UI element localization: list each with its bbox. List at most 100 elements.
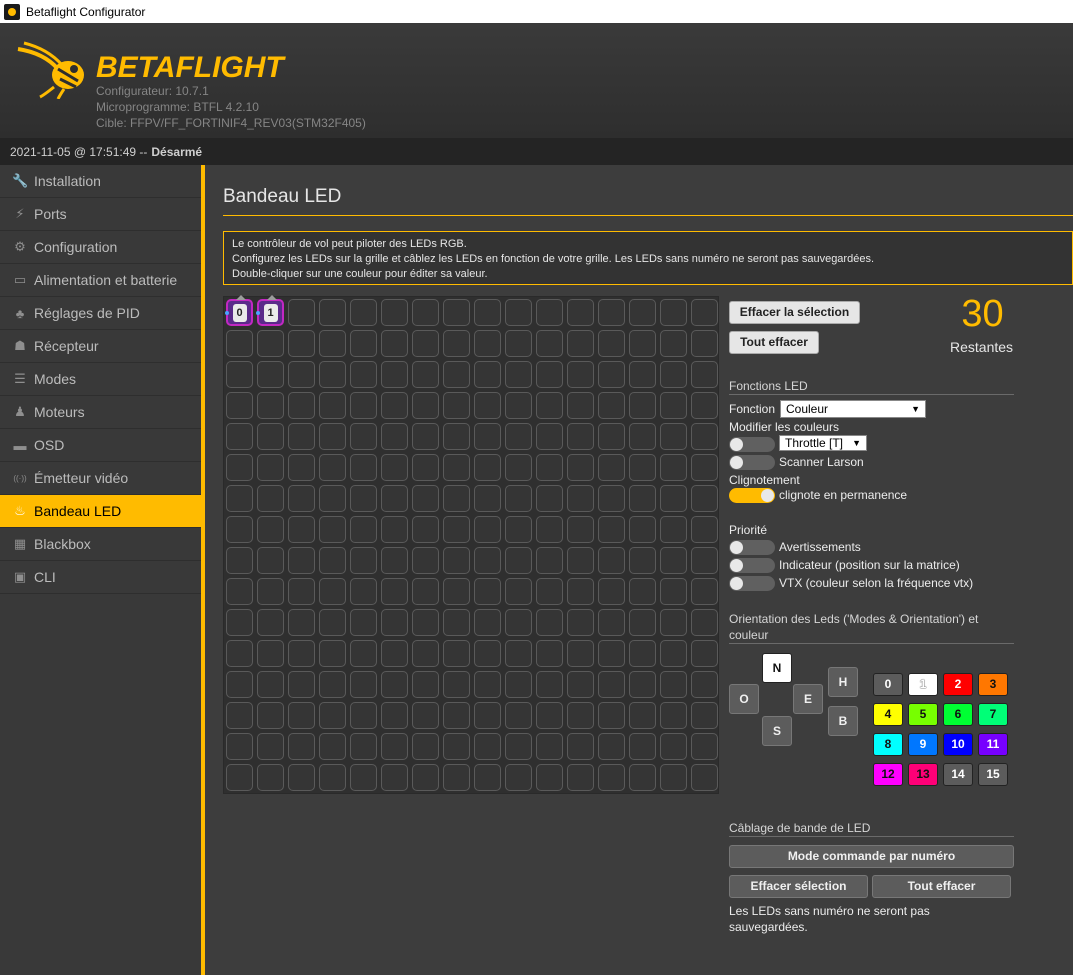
led-cell[interactable] (536, 764, 563, 791)
led-cell[interactable] (381, 640, 408, 667)
led-cell[interactable] (505, 702, 532, 729)
led-cell[interactable] (474, 609, 501, 636)
led-cell[interactable] (598, 330, 625, 357)
led-cell[interactable] (381, 547, 408, 574)
led-cell[interactable] (536, 640, 563, 667)
led-cell[interactable] (536, 392, 563, 419)
led-cell[interactable] (691, 392, 718, 419)
led-cell[interactable] (598, 578, 625, 605)
led-cell[interactable] (660, 671, 687, 698)
color-swatch-12[interactable]: 12 (873, 763, 903, 786)
led-cell[interactable] (226, 640, 253, 667)
led-cell[interactable] (350, 609, 377, 636)
led-cell[interactable] (691, 764, 718, 791)
led-cell[interactable] (288, 361, 315, 388)
led-cell[interactable] (598, 392, 625, 419)
led-cell[interactable] (226, 609, 253, 636)
led-cell[interactable] (257, 733, 284, 760)
led-cell[interactable] (381, 764, 408, 791)
led-cell[interactable] (629, 578, 656, 605)
led-cell[interactable] (691, 578, 718, 605)
led-cell[interactable] (567, 764, 594, 791)
led-cell[interactable] (629, 609, 656, 636)
led-cell[interactable] (629, 423, 656, 450)
led-cell[interactable] (319, 609, 346, 636)
led-cell[interactable] (319, 361, 346, 388)
led-cell[interactable] (660, 640, 687, 667)
color-swatch-4[interactable]: 4 (873, 703, 903, 726)
led-cell[interactable] (381, 454, 408, 481)
led-cell[interactable] (474, 361, 501, 388)
led-cell[interactable] (381, 485, 408, 512)
led-cell[interactable] (443, 454, 470, 481)
led-cell[interactable] (536, 547, 563, 574)
led-cell[interactable] (319, 330, 346, 357)
color-swatch-7[interactable]: 7 (978, 703, 1008, 726)
led-cell[interactable] (319, 392, 346, 419)
led-cell[interactable] (381, 702, 408, 729)
led-cell[interactable] (536, 702, 563, 729)
wiring-clear-selection-button[interactable]: Effacer sélection (729, 875, 868, 898)
led-cell[interactable] (412, 640, 439, 667)
led-cell[interactable] (567, 609, 594, 636)
led-cell[interactable] (350, 485, 377, 512)
led-cell[interactable] (412, 764, 439, 791)
led-cell[interactable] (567, 640, 594, 667)
color-swatch-3[interactable]: 3 (978, 673, 1008, 696)
led-cell[interactable] (567, 454, 594, 481)
warnings-toggle[interactable] (729, 540, 775, 555)
led-cell[interactable] (691, 485, 718, 512)
led-cell[interactable] (381, 671, 408, 698)
led-cell[interactable] (598, 640, 625, 667)
led-cell[interactable] (443, 392, 470, 419)
led-cell[interactable] (257, 454, 284, 481)
led-cell[interactable] (505, 361, 532, 388)
led-cell[interactable] (598, 361, 625, 388)
led-cell[interactable] (443, 578, 470, 605)
led-cell[interactable] (288, 547, 315, 574)
led-cell[interactable] (257, 516, 284, 543)
led-cell[interactable] (319, 516, 346, 543)
led-cell[interactable] (226, 454, 253, 481)
led-cell[interactable] (536, 609, 563, 636)
led-cell[interactable] (691, 299, 718, 326)
sidebar-item--metteur-vid-o[interactable]: ((·)) Émetteur vidéo (0, 462, 201, 495)
led-cell[interactable] (350, 764, 377, 791)
led-cell[interactable] (257, 671, 284, 698)
led-cell[interactable] (536, 516, 563, 543)
led-cell[interactable] (381, 392, 408, 419)
led-cell[interactable] (443, 516, 470, 543)
led-cell[interactable] (226, 733, 253, 760)
led-cell[interactable] (505, 640, 532, 667)
color-swatch-14[interactable]: 14 (943, 763, 973, 786)
led-cell[interactable] (412, 547, 439, 574)
led-cell[interactable] (226, 392, 253, 419)
led-cell[interactable] (629, 330, 656, 357)
led-cell[interactable] (350, 392, 377, 419)
led-cell[interactable] (257, 609, 284, 636)
led-cell[interactable] (288, 485, 315, 512)
led-cell[interactable] (257, 423, 284, 450)
led-cell[interactable] (443, 485, 470, 512)
led-cell[interactable] (567, 330, 594, 357)
led-cell[interactable] (691, 547, 718, 574)
led-cell[interactable] (505, 454, 532, 481)
color-swatch-10[interactable]: 10 (943, 733, 973, 756)
led-cell[interactable] (319, 578, 346, 605)
led-cell[interactable] (598, 423, 625, 450)
led-cell[interactable] (288, 516, 315, 543)
sidebar-item-cli[interactable]: ▣ CLI (0, 561, 201, 594)
led-cell[interactable] (474, 454, 501, 481)
led-cell[interactable] (691, 609, 718, 636)
color-swatch-9[interactable]: 9 (908, 733, 938, 756)
led-cell[interactable] (474, 485, 501, 512)
led-cell[interactable] (536, 299, 563, 326)
led-cell[interactable] (567, 423, 594, 450)
led-cell[interactable] (288, 764, 315, 791)
color-swatch-13[interactable]: 13 (908, 763, 938, 786)
direction-south-button[interactable]: S (762, 716, 792, 746)
led-cell[interactable] (412, 609, 439, 636)
led-cell[interactable] (443, 547, 470, 574)
led-cell[interactable] (598, 764, 625, 791)
led-cell[interactable] (567, 702, 594, 729)
